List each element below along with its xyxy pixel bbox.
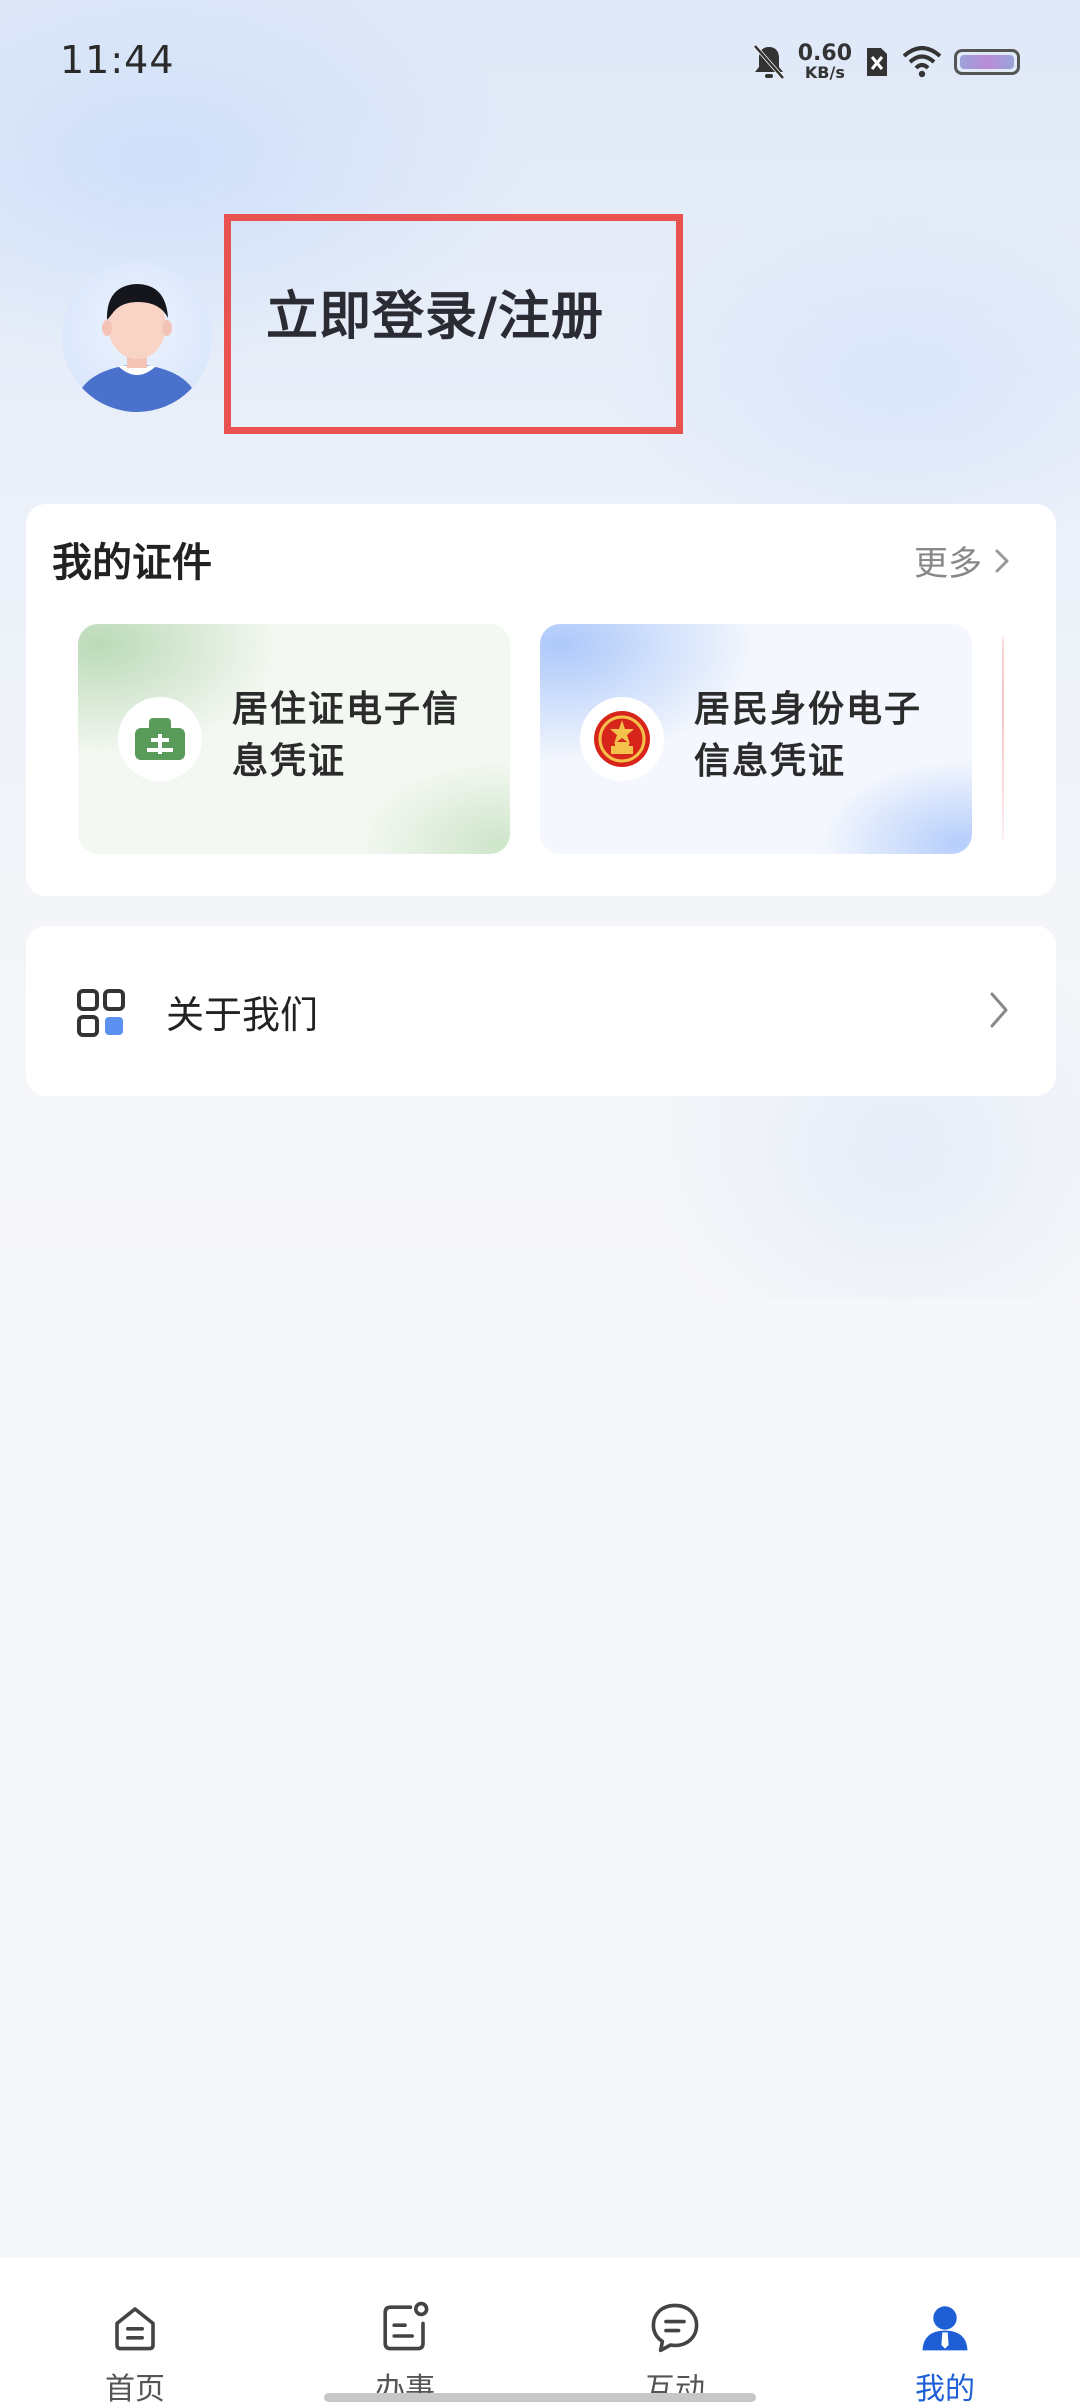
cert-item-label: 居民身份电子信息凭证 [694, 689, 923, 782]
avatar[interactable] [62, 262, 212, 412]
cert-item-residence-permit[interactable]: 居住证电子信息凭证 [78, 624, 510, 854]
tab-affairs[interactable]: 办事 [270, 2258, 540, 2408]
more-label: 更多 [914, 544, 982, 584]
net-speed: 0.60 KB/s [798, 43, 852, 81]
net-speed-unit: KB/s [804, 63, 845, 82]
login-register-link[interactable]: 立即登录/注册 [266, 274, 604, 349]
tab-label: 首页 [105, 2372, 165, 2407]
status-icons: 0.60 KB/s [752, 40, 1020, 84]
affairs-icon [383, 2301, 429, 2351]
tab-home[interactable]: 首页 [0, 2258, 270, 2408]
person-icon [922, 2306, 968, 2351]
bell-muted-icon [753, 44, 785, 80]
certificates-more-link[interactable]: 更多 [914, 536, 1010, 585]
residence-permit-icon-badge [118, 697, 202, 781]
national-emblem-icon [594, 711, 650, 767]
tab-mine[interactable]: 我的 [810, 2258, 1080, 2408]
cert-item-id-card[interactable]: 居民身份电子信息凭证 [540, 624, 972, 854]
about-us-label: 关于我们 [166, 993, 319, 1037]
home-icon [115, 2307, 155, 2351]
sim-x-icon [867, 48, 887, 76]
default-avatar-icon [74, 284, 200, 412]
status-time: 11:44 [60, 38, 175, 82]
tab-interact[interactable]: 互动 [540, 2258, 810, 2408]
national-emblem-icon-badge [580, 697, 664, 781]
residence-permit-icon [135, 718, 185, 760]
status-bar: 11:44 0.60 KB/s [0, 0, 1080, 126]
bottom-tab-bar: 首页 办事 互动 我的 [0, 2258, 1080, 2408]
certificates-list[interactable]: 居住证电子信息凭证 居民身份电子信息凭证 [0, 624, 1004, 854]
chevron-right-icon [995, 549, 1009, 572]
certificates-title: 我的证件 [52, 540, 212, 586]
cert-item-partial[interactable] [1002, 624, 1004, 854]
home-indicator[interactable] [324, 2393, 756, 2402]
net-speed-value: 0.60 [797, 41, 852, 66]
battery-icon [954, 49, 1020, 75]
chat-icon [651, 2303, 699, 2353]
cert-item-label: 居住证电子信息凭证 [232, 689, 461, 782]
chevron-right-icon [990, 992, 1008, 1028]
apps-grid-icon [77, 989, 125, 1037]
tab-label: 我的 [915, 2372, 975, 2407]
wifi-icon [902, 46, 942, 78]
